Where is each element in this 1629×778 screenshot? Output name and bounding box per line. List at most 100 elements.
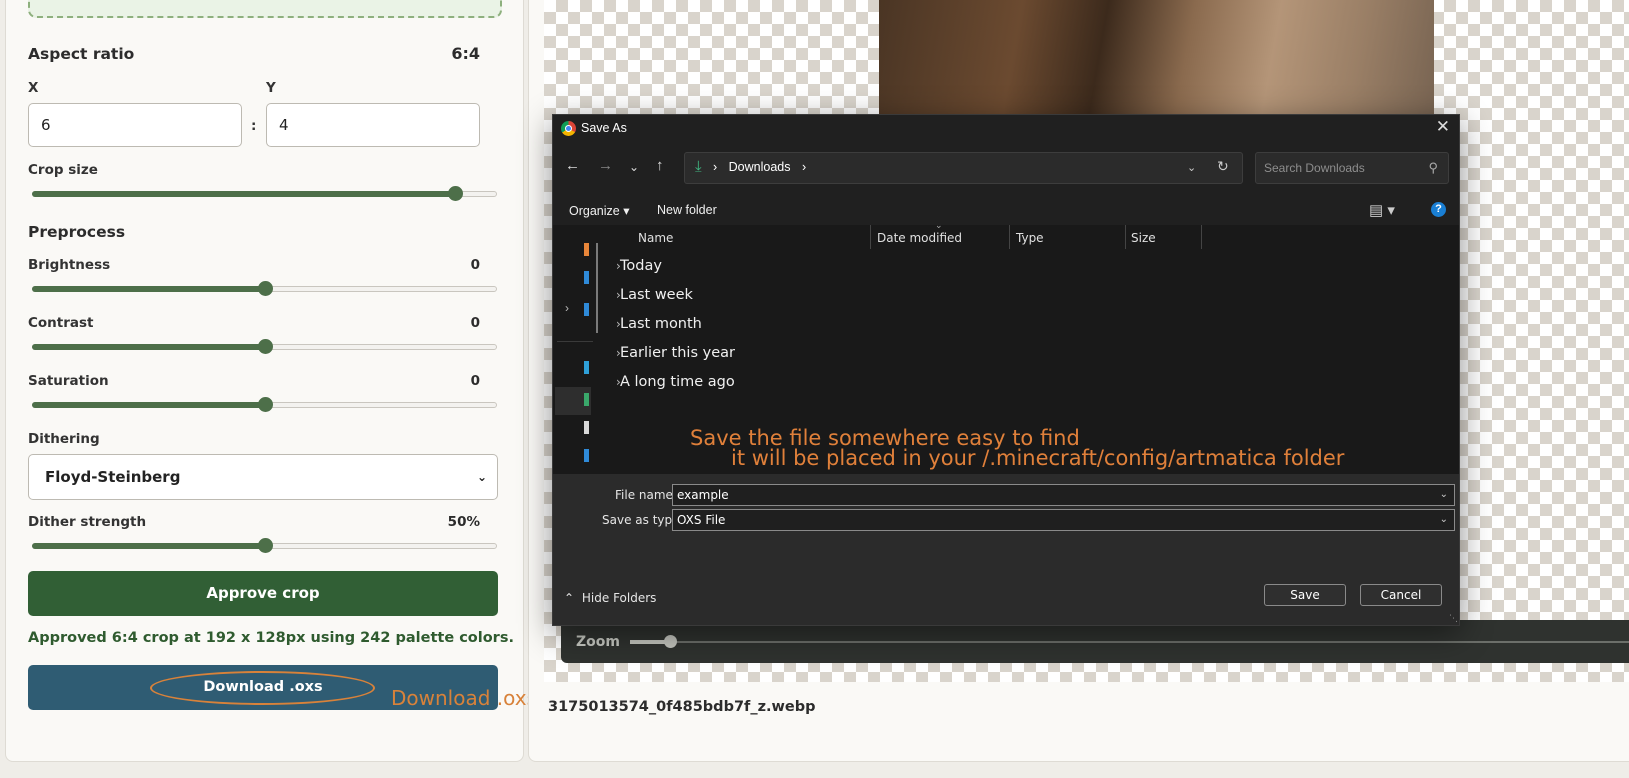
preprocess-heading: Preprocess (28, 223, 126, 241)
contrast-label: Contrast (28, 315, 94, 331)
saturation-value: 0 (470, 373, 480, 389)
column-header-name[interactable]: Name (638, 231, 673, 245)
search-input[interactable]: Search Downloads ⚲ (1255, 152, 1449, 184)
resize-grip-icon[interactable]: ⋱ (1449, 614, 1458, 624)
nav-item-icon[interactable] (584, 243, 589, 256)
dither-strength-value: 50% (447, 514, 480, 530)
brightness-label: Brightness (28, 257, 111, 273)
saturation-label: Saturation (28, 373, 109, 389)
nav-scrollbar[interactable] (596, 243, 598, 333)
expand-chevron-icon[interactable]: › (565, 301, 569, 315)
nav-item-icon[interactable] (584, 271, 589, 284)
column-divider[interactable] (1125, 225, 1126, 249)
dithering-label: Dithering (28, 431, 100, 447)
dither-strength-label: Dither strength (28, 514, 147, 530)
image-filename: 3175013574_0f485bdb7f_z.webp (548, 699, 816, 715)
help-icon[interactable]: ? (1431, 202, 1446, 217)
recent-locations-chevron-icon[interactable]: ⌄ (629, 160, 639, 174)
download-annotation: Download .oxs (391, 686, 538, 710)
contrast-slider[interactable] (32, 339, 497, 354)
breadcrumb-separator: › (713, 160, 718, 174)
nav-item-icon[interactable] (584, 421, 589, 434)
group-today[interactable]: Today (620, 258, 662, 274)
brightness-value: 0 (470, 257, 480, 273)
aspect-y-input[interactable]: 4 (266, 103, 480, 147)
approved-status-message: Approved 6:4 crop at 192 x 128px using 2… (28, 630, 514, 646)
address-path[interactable]: › Downloads › (713, 160, 806, 174)
breadcrumb-separator[interactable]: › (802, 160, 806, 174)
zoom-slider[interactable] (630, 641, 1629, 643)
forward-arrow-icon[interactable]: → (598, 157, 613, 174)
save-as-type-select[interactable]: OXS File ⌄ (672, 509, 1455, 531)
contrast-value: 0 (470, 315, 480, 331)
file-name-input[interactable]: example ⌄ (672, 484, 1455, 506)
aspect-x-input[interactable]: 6 (28, 103, 242, 147)
instruction-annotation-line2: it will be placed in your /.minecraft/co… (731, 446, 1345, 470)
column-header-type[interactable]: Type (1016, 231, 1044, 245)
chevron-up-icon: ⌃ (564, 591, 575, 605)
cancel-button[interactable]: Cancel (1360, 584, 1442, 606)
nav-item-icon[interactable] (584, 393, 589, 406)
new-folder-button[interactable]: New folder (657, 203, 717, 217)
refresh-icon[interactable]: ↻ (1217, 158, 1229, 175)
address-bar[interactable]: ⤓ › Downloads › ⌄ ↻ (684, 152, 1243, 184)
up-arrow-icon[interactable]: ↑ (656, 157, 664, 174)
y-label: Y (266, 80, 276, 96)
group-earlier-this-year[interactable]: Earlier this year (620, 345, 735, 361)
upload-dropzone[interactable] (28, 0, 502, 18)
chevron-down-icon[interactable]: ⌄ (1440, 485, 1448, 505)
file-name-value: example (677, 488, 729, 502)
chevron-down-icon[interactable]: ⌄ (1187, 161, 1196, 174)
navigation-pane: › (553, 225, 598, 475)
x-label: X (28, 80, 39, 96)
group-last-month[interactable]: Last month (620, 316, 702, 332)
column-header-size[interactable]: Size (1131, 231, 1156, 245)
download-icon: ⤓ (695, 158, 702, 175)
organize-menu[interactable]: Organize ▾ (569, 203, 629, 218)
column-header-date-modified[interactable]: Date modified (877, 231, 962, 245)
dither-strength-slider[interactable] (32, 538, 497, 553)
chrome-icon (561, 121, 576, 136)
save-button[interactable]: Save (1264, 584, 1346, 606)
group-last-week[interactable]: Last week (620, 287, 693, 303)
aspect-ratio-value: 6:4 (451, 44, 480, 63)
save-as-type-value: OXS File (677, 513, 726, 527)
slider-thumb[interactable] (257, 339, 273, 354)
group-a-long-time-ago[interactable]: A long time ago (620, 374, 735, 390)
saturation-slider[interactable] (32, 397, 497, 412)
nav-item-icon[interactable] (584, 449, 589, 462)
dithering-select[interactable]: Floyd-Steinberg ⌄ (28, 454, 498, 500)
slider-thumb[interactable] (257, 397, 273, 412)
nav-item-icon[interactable] (584, 303, 589, 316)
dialog-title: Save As (581, 121, 627, 135)
dithering-selected: Floyd-Steinberg (45, 468, 181, 486)
chevron-down-icon: ⌄ (476, 470, 487, 484)
approve-crop-button[interactable]: Approve crop (28, 571, 498, 616)
zoom-slider-thumb[interactable] (663, 635, 677, 648)
aspect-ratio-heading: Aspect ratio (28, 45, 135, 63)
nav-divider (557, 341, 593, 342)
slider-thumb[interactable] (257, 538, 273, 553)
hide-folders-toggle[interactable]: ⌃ Hide Folders (564, 591, 656, 605)
search-icon[interactable]: ⚲ (1428, 153, 1438, 183)
highlight-oval (150, 671, 375, 705)
column-divider[interactable] (870, 225, 871, 249)
hide-folders-label: Hide Folders (581, 591, 657, 605)
zoom-label: Zoom (576, 634, 620, 650)
brightness-slider[interactable] (32, 281, 497, 296)
back-arrow-icon[interactable]: ← (565, 157, 580, 174)
file-name-label: File name: (615, 488, 677, 502)
view-options-icon[interactable]: ▤ ▾ (1369, 201, 1395, 219)
sort-indicator-icon: ⌄ (935, 221, 943, 231)
crop-size-label: Crop size (28, 162, 98, 178)
slider-thumb[interactable] (257, 281, 273, 296)
nav-item-icon[interactable] (584, 361, 589, 374)
column-divider[interactable] (1201, 225, 1202, 249)
column-divider[interactable] (1009, 225, 1010, 249)
breadcrumb-downloads[interactable]: Downloads (729, 160, 791, 174)
crop-size-slider[interactable] (32, 186, 497, 201)
close-icon[interactable]: ✕ (1436, 117, 1450, 137)
chevron-down-icon[interactable]: ⌄ (1440, 510, 1448, 530)
preview-image (879, 0, 1434, 118)
search-placeholder: Search Downloads (1264, 161, 1365, 175)
